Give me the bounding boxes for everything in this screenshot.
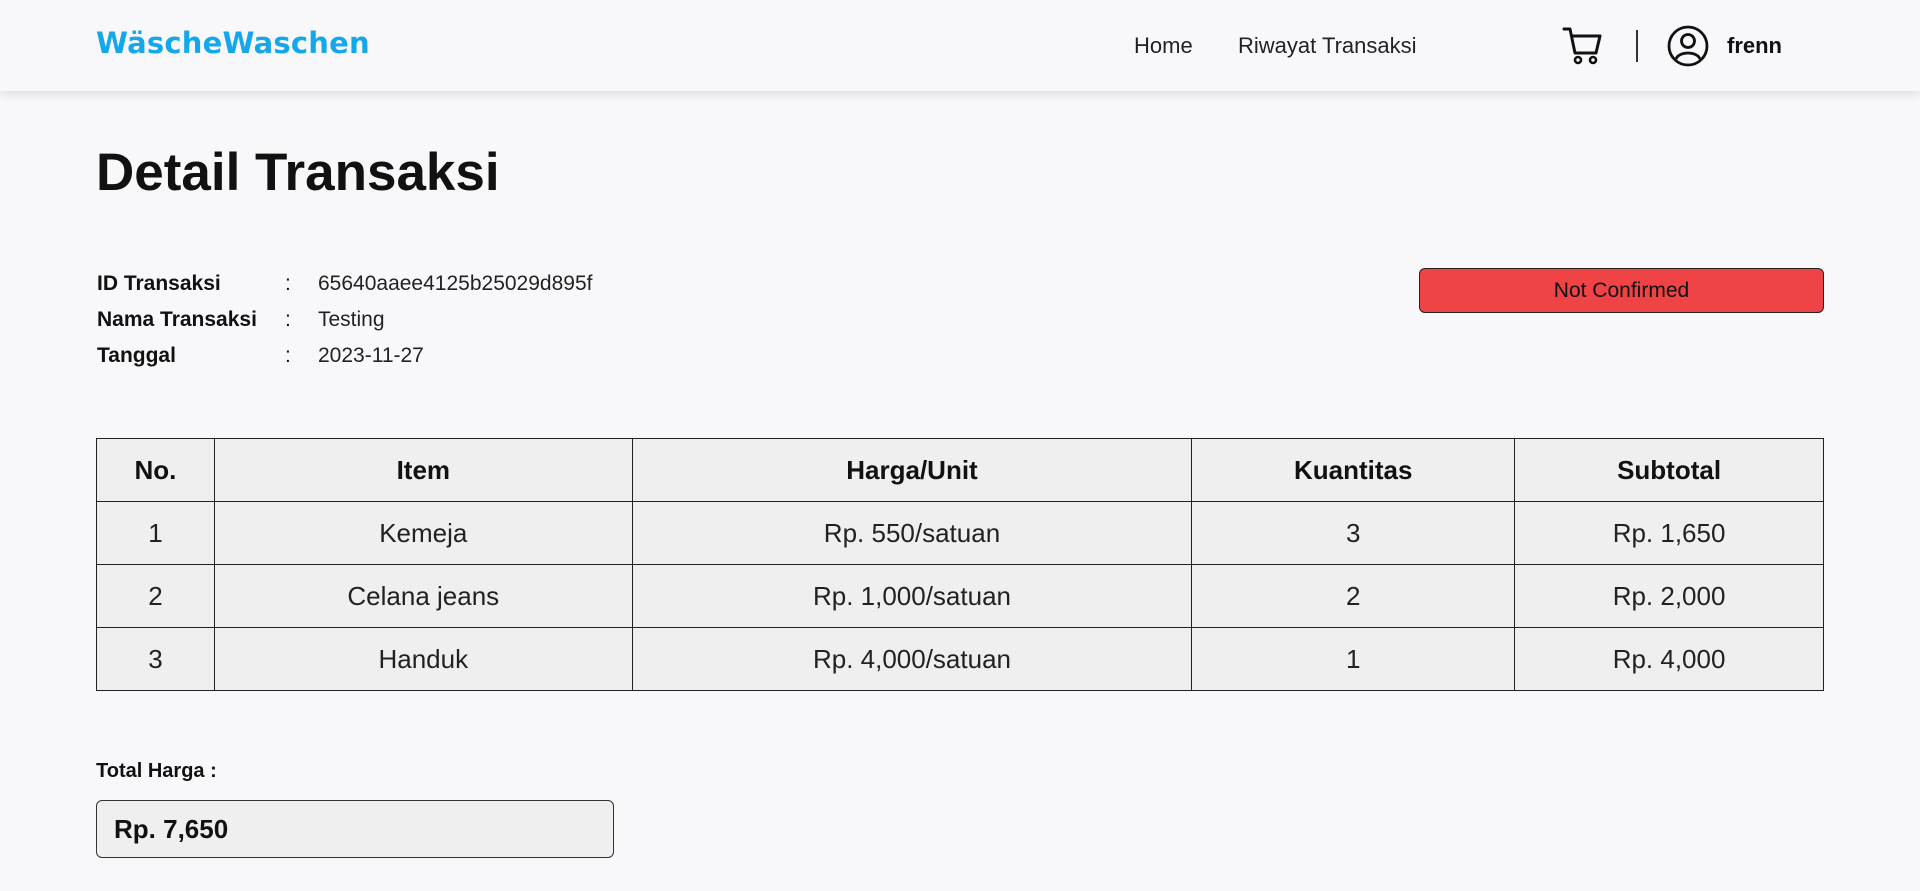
cell-no: 3 [96, 627, 215, 691]
transaction-id: 65640aaee4125b25029d895f [318, 272, 593, 295]
header-price: Harga/Unit [631, 438, 1193, 502]
cell-item: Celana jeans [213, 564, 633, 628]
cell-price: Rp. 1,000/satuan [631, 564, 1193, 628]
header-quantity: Kuantitas [1191, 438, 1516, 502]
status-badge: Not Confirmed [1419, 268, 1824, 313]
cart-icon[interactable] [1562, 24, 1604, 66]
total-label: Total Harga : [96, 760, 217, 782]
cell-quantity: 3 [1191, 501, 1516, 565]
total-value: Rp. 7,650 [96, 800, 614, 858]
cell-subtotal: Rp. 4,000 [1514, 627, 1824, 691]
items-table: No. Item Harga/Unit Kuantitas Subtotal 1… [96, 438, 1824, 691]
table-row: 3 Handuk Rp. 4,000/satuan 1 Rp. 4,000 [96, 627, 1824, 691]
brand-logo[interactable]: WäscheWaschen [96, 26, 370, 60]
cell-subtotal: Rp. 1,650 [1514, 501, 1824, 565]
cell-no: 2 [96, 564, 215, 628]
page-title: Detail Transaksi [96, 143, 500, 202]
transaction-name: Testing [318, 308, 385, 331]
info-label: Nama Transaksi [97, 308, 257, 331]
cell-quantity: 2 [1191, 564, 1516, 628]
nav-home-link[interactable]: Home [1134, 33, 1193, 59]
info-row-date: Tanggal : 2023-11-27 [97, 344, 697, 380]
header-item: Item [213, 438, 633, 502]
cell-quantity: 1 [1191, 627, 1516, 691]
table-row: 2 Celana jeans Rp. 1,000/satuan 2 Rp. 2,… [96, 564, 1824, 628]
info-colon: : [285, 272, 291, 295]
table-row: 1 Kemeja Rp. 550/satuan 3 Rp. 1,650 [96, 501, 1824, 565]
info-colon: : [285, 308, 291, 331]
cell-item: Kemeja [213, 501, 633, 565]
info-label: ID Transaksi [97, 272, 221, 295]
info-row-id: ID Transaksi : 65640aaee4125b25029d895f [97, 272, 697, 308]
cell-price: Rp. 4,000/satuan [631, 627, 1193, 691]
transaction-info: ID Transaksi : 65640aaee4125b25029d895f … [97, 272, 697, 380]
header-subtotal: Subtotal [1514, 438, 1824, 502]
navbar: WäscheWaschen Home Riwayat Transaksi fre… [0, 0, 1920, 91]
cell-subtotal: Rp. 2,000 [1514, 564, 1824, 628]
cell-no: 1 [96, 501, 215, 565]
transaction-date: 2023-11-27 [318, 344, 424, 367]
cell-price: Rp. 550/satuan [631, 501, 1193, 565]
header-no: No. [96, 438, 215, 502]
nav-divider [1636, 30, 1638, 62]
info-label: Tanggal [97, 344, 176, 367]
info-row-name: Nama Transaksi : Testing [97, 308, 697, 344]
info-colon: : [285, 344, 291, 367]
nav-history-link[interactable]: Riwayat Transaksi [1238, 33, 1417, 59]
user-circle-icon[interactable] [1667, 25, 1709, 67]
username[interactable]: frenn [1727, 33, 1782, 59]
table-header-row: No. Item Harga/Unit Kuantitas Subtotal [96, 438, 1824, 502]
cell-item: Handuk [213, 627, 633, 691]
